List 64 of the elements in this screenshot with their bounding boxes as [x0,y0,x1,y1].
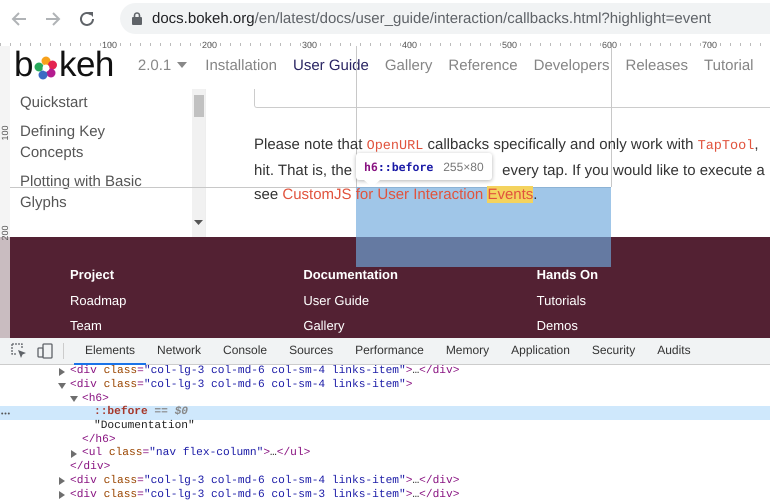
devtools-tab[interactable]: Security [580,338,646,364]
expanded-triangle-icon[interactable] [58,382,66,390]
devtools-tab[interactable]: Elements [74,338,146,364]
caret-icon [177,62,188,68]
collapsed-triangle-icon[interactable] [58,477,66,486]
footer-link[interactable]: Demos [536,318,770,334]
dom-tree-row[interactable]: <div class="col-lg-3 col-md-6 col-sm-4 links-item">…</div> [0,365,770,379]
sidebar-item[interactable]: Defining Key Concepts [20,121,165,163]
nav-link[interactable]: Developers [534,56,610,74]
inline-code: TapTool [698,139,754,154]
nav-link[interactable]: Gallery [384,56,432,74]
dom-tree-row[interactable]: <div class="col-lg-3 col-md-6 col-sm-4 links-item"> [0,378,770,392]
expanded-triangle-icon[interactable] [70,395,78,404]
address-field[interactable]: docs.bokeh.org/en/latest/docs/user_guide/interaction/callbacks.html?highlight=event [120,3,770,34]
device-toolbar-icon[interactable] [37,343,53,359]
dom-tree-row[interactable]: "Documentation" [0,420,770,434]
version-dropdown[interactable]: 2.0.1 [138,56,188,74]
devtools-tab[interactable]: Network [146,338,212,364]
collapsed-triangle-icon[interactable] [58,491,66,500]
reload-icon[interactable] [78,10,96,28]
devtools-tab[interactable]: Audits [646,338,702,364]
dom-tree-row[interactable]: ::before == $0 [0,406,770,420]
devtools-tab[interactable]: Sources [278,338,344,364]
collapsed-triangle-icon[interactable] [58,368,66,376]
devtools-tab[interactable]: Memory [434,338,500,364]
dom-tree-row[interactable]: <div class="col-lg-3 col-md-6 col-sm-4 links-item">…</div> [0,474,770,488]
lock-icon [132,12,142,25]
nav-link[interactable]: User Guide [293,56,369,74]
footer-link[interactable]: Tutorials [536,293,770,309]
scrollbar[interactable] [192,89,205,237]
more-options-icon[interactable] [1,412,10,416]
footer-link[interactable]: User Guide [303,293,537,309]
size-label: 255×80 [443,160,484,174]
text-fragment: hit. That is, the [254,162,352,179]
vertical-ruler: 100 200 [0,46,10,338]
devtools-tab[interactable]: Application [500,338,581,364]
dom-tree-row[interactable]: </h6> [0,433,770,448]
devtools-tab[interactable]: Performance [344,338,435,364]
footer-heading: Hands On [536,267,600,283]
paragraph-line: Please note that OpenURL callbacks specifically and only work with TapTool, [254,135,760,156]
dom-tree-row[interactable]: <h6> [0,392,770,406]
scroll-down-arrow-icon[interactable] [194,220,203,225]
footer-link[interactable]: Roadmap [70,293,304,309]
footer-heading: Documentation [303,267,399,283]
nav-link[interactable]: Tutorial [704,56,754,74]
text-fragment: every tap. If you would like to execute a [502,162,765,179]
scrollbar-thumb[interactable] [194,95,204,117]
selector-label: h6::before [364,160,434,174]
footer-link[interactable]: Team [70,318,304,334]
nav-link[interactable]: Installation [205,56,277,74]
dom-tree-row[interactable]: <ul class="nav flex-column">…</ul> [0,447,770,461]
footer-link[interactable]: Gallery [303,318,537,334]
inline-code: OpenURL [366,139,424,154]
nav-link[interactable]: Reference [448,56,518,74]
collapsed-triangle-icon[interactable] [70,450,78,458]
sidebar-item[interactable]: Plotting with Basic Glyphs [20,171,165,213]
dom-tree-row[interactable]: </div> [0,460,770,474]
devtools-tab[interactable]: Console [212,338,278,364]
paragraph-line: see CustomJS for User Interaction Events. [254,185,538,205]
sidebar-item[interactable]: Quickstart [20,92,165,113]
dom-tree-row[interactable]: <div class="col-lg-3 col-md-6 col-sm-3 links-item">…</div> [0,488,770,502]
nav-link[interactable]: Releases [625,56,688,74]
footer-heading: Project [70,267,116,283]
inspect-element-icon[interactable] [11,343,27,359]
